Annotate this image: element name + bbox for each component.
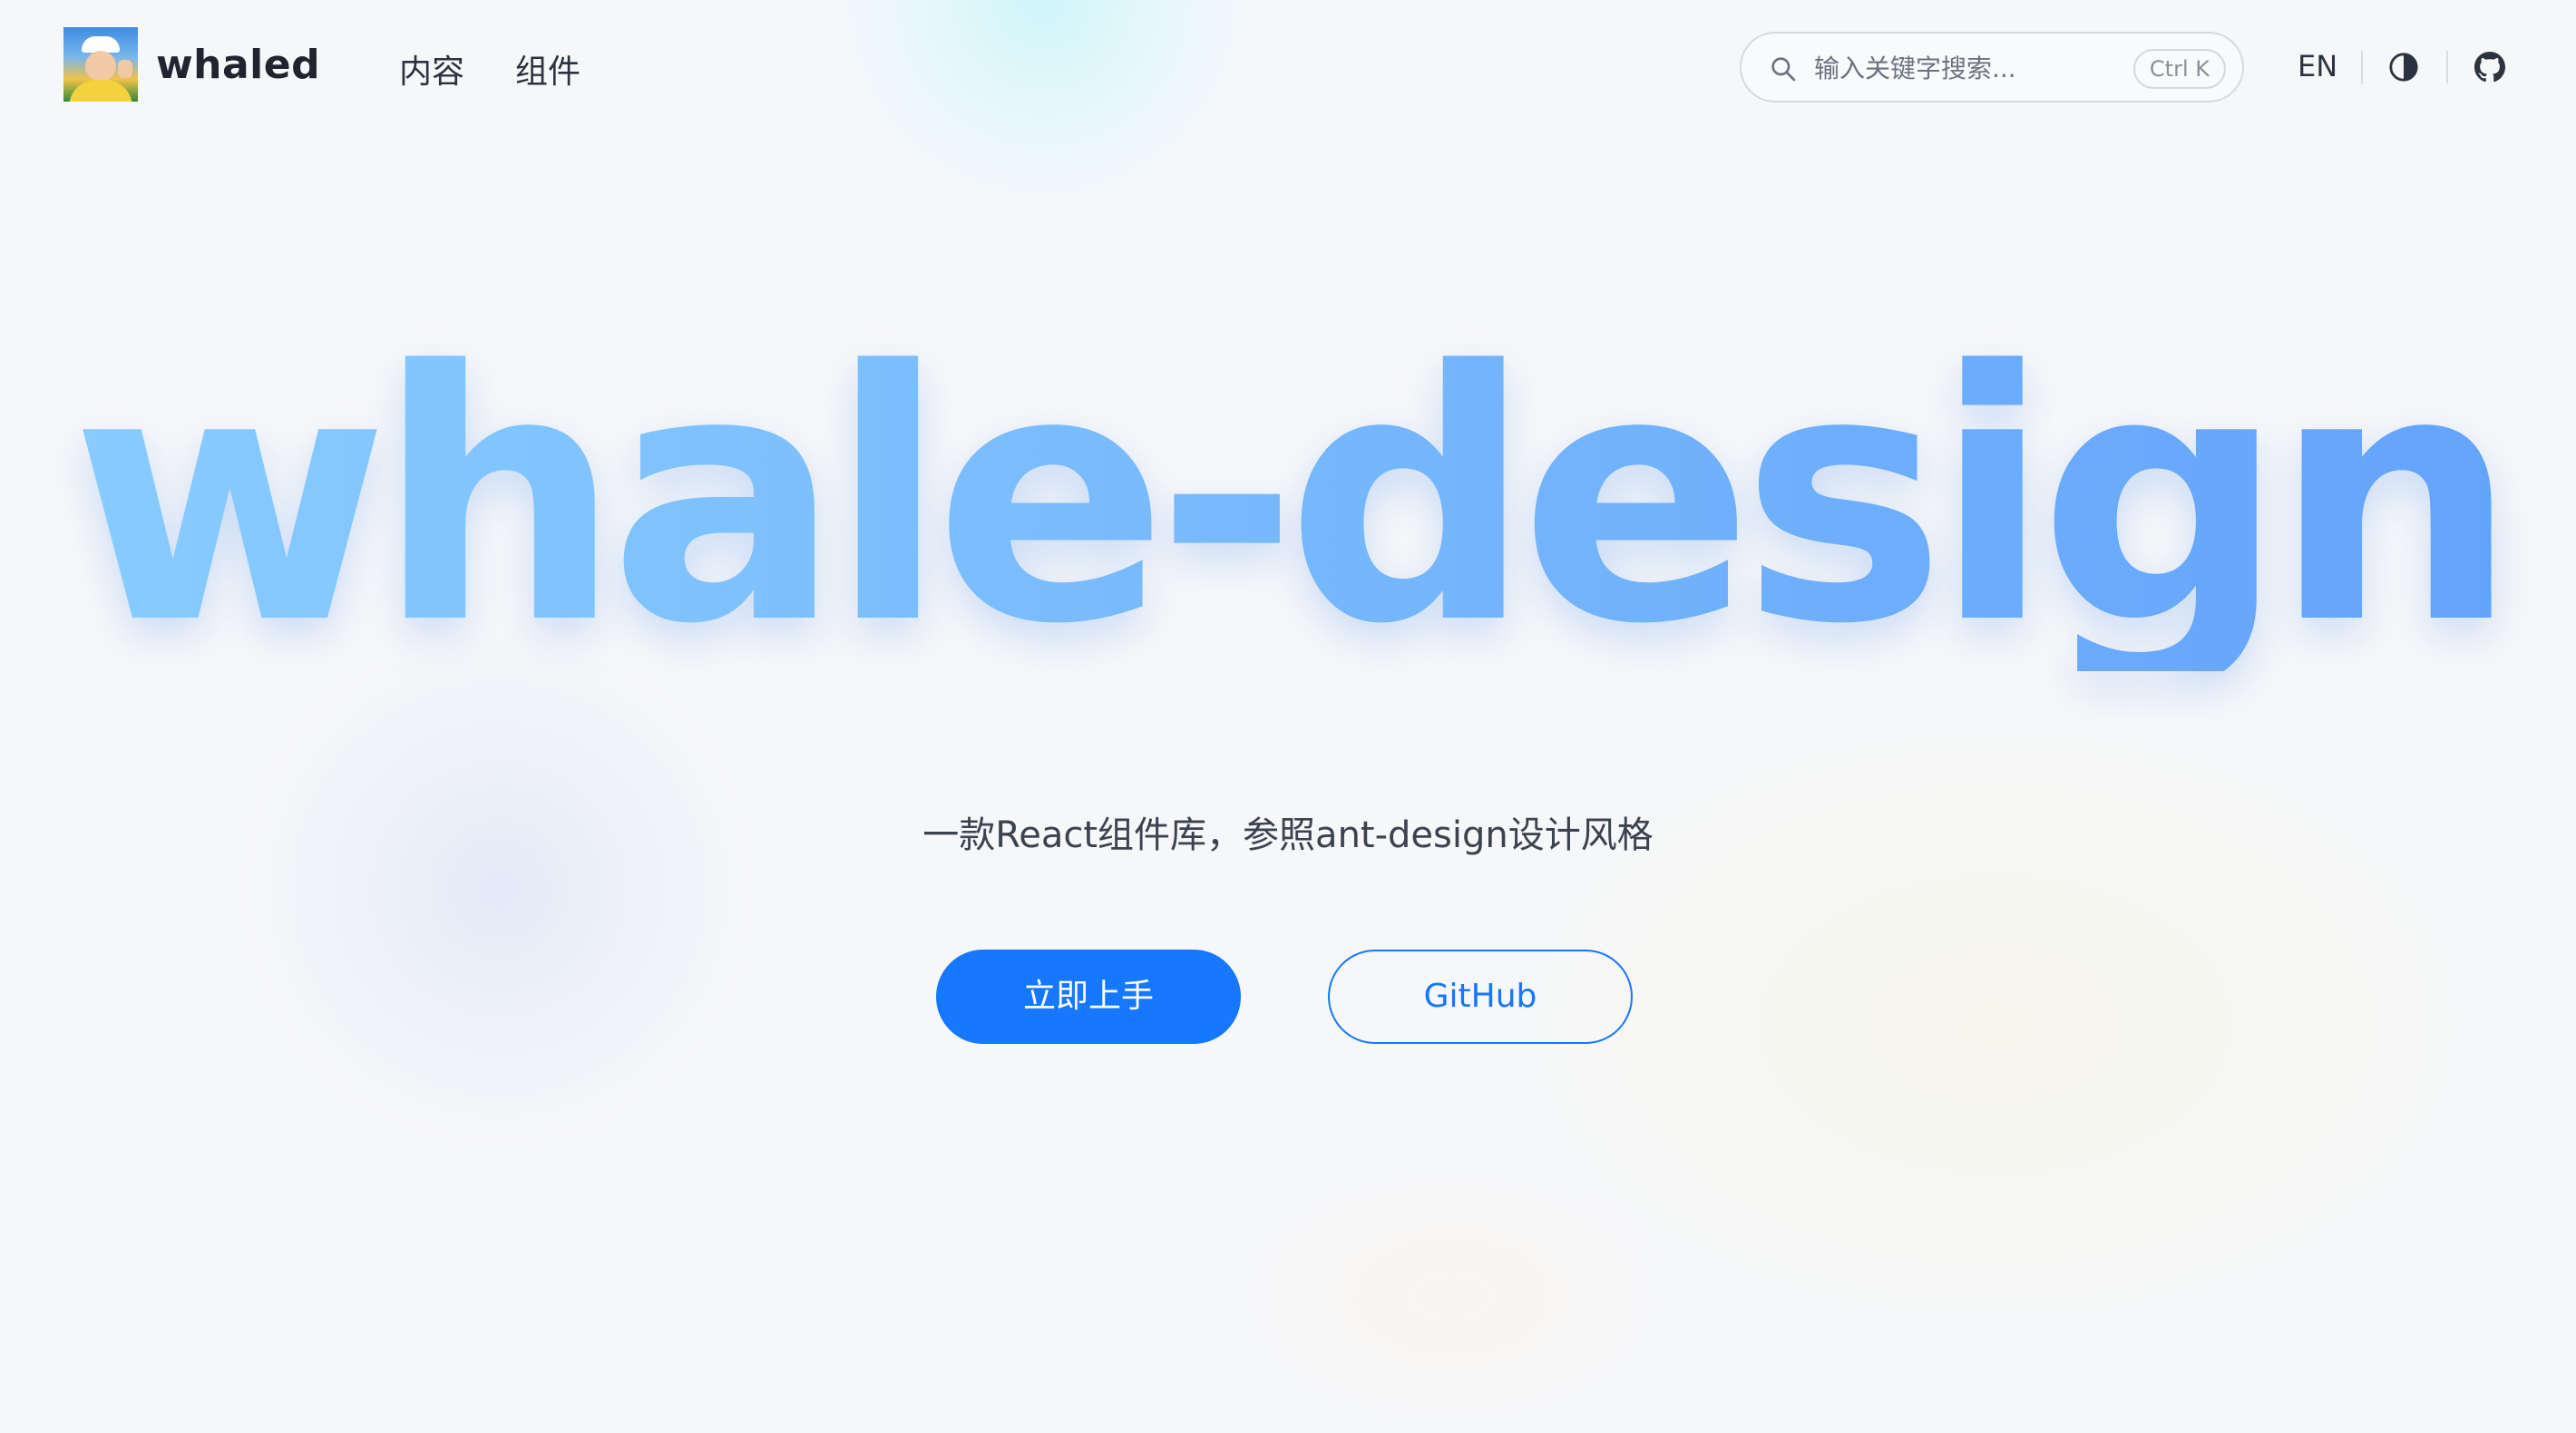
search-input[interactable] bbox=[1814, 48, 2113, 88]
get-started-button[interactable]: 立即上手 bbox=[936, 950, 1241, 1044]
divider bbox=[2446, 51, 2448, 83]
main-nav: 内容 组件 bbox=[399, 45, 581, 93]
github-button[interactable]: GitHub bbox=[1328, 950, 1633, 1044]
contrast-icon[interactable] bbox=[2388, 52, 2419, 83]
search-icon bbox=[1771, 57, 1796, 82]
brand-logo[interactable]: whaled bbox=[63, 27, 320, 102]
background-glow-warm bbox=[1225, 1161, 1678, 1433]
language-switch[interactable]: EN bbox=[2298, 49, 2337, 83]
nav-item-components[interactable]: 组件 bbox=[515, 45, 581, 93]
background-glow-cream bbox=[1497, 707, 2494, 1342]
brand-name: whaled bbox=[156, 41, 321, 88]
site-header: whaled 内容 组件 Ctrl K EN bbox=[0, 0, 2576, 136]
divider bbox=[2361, 51, 2363, 83]
search-box[interactable]: Ctrl K bbox=[1740, 32, 2244, 102]
nav-item-content[interactable]: 内容 bbox=[399, 45, 464, 93]
user-avatar bbox=[63, 27, 138, 102]
search-shortcut-badge: Ctrl K bbox=[2132, 49, 2226, 89]
github-icon[interactable] bbox=[2474, 52, 2505, 83]
background-glow-blue bbox=[227, 635, 771, 1143]
hero-subtitle: 一款React组件库，参照ant-design设计风格 bbox=[922, 814, 1654, 856]
hero-title: whale-design bbox=[0, 327, 2576, 671]
